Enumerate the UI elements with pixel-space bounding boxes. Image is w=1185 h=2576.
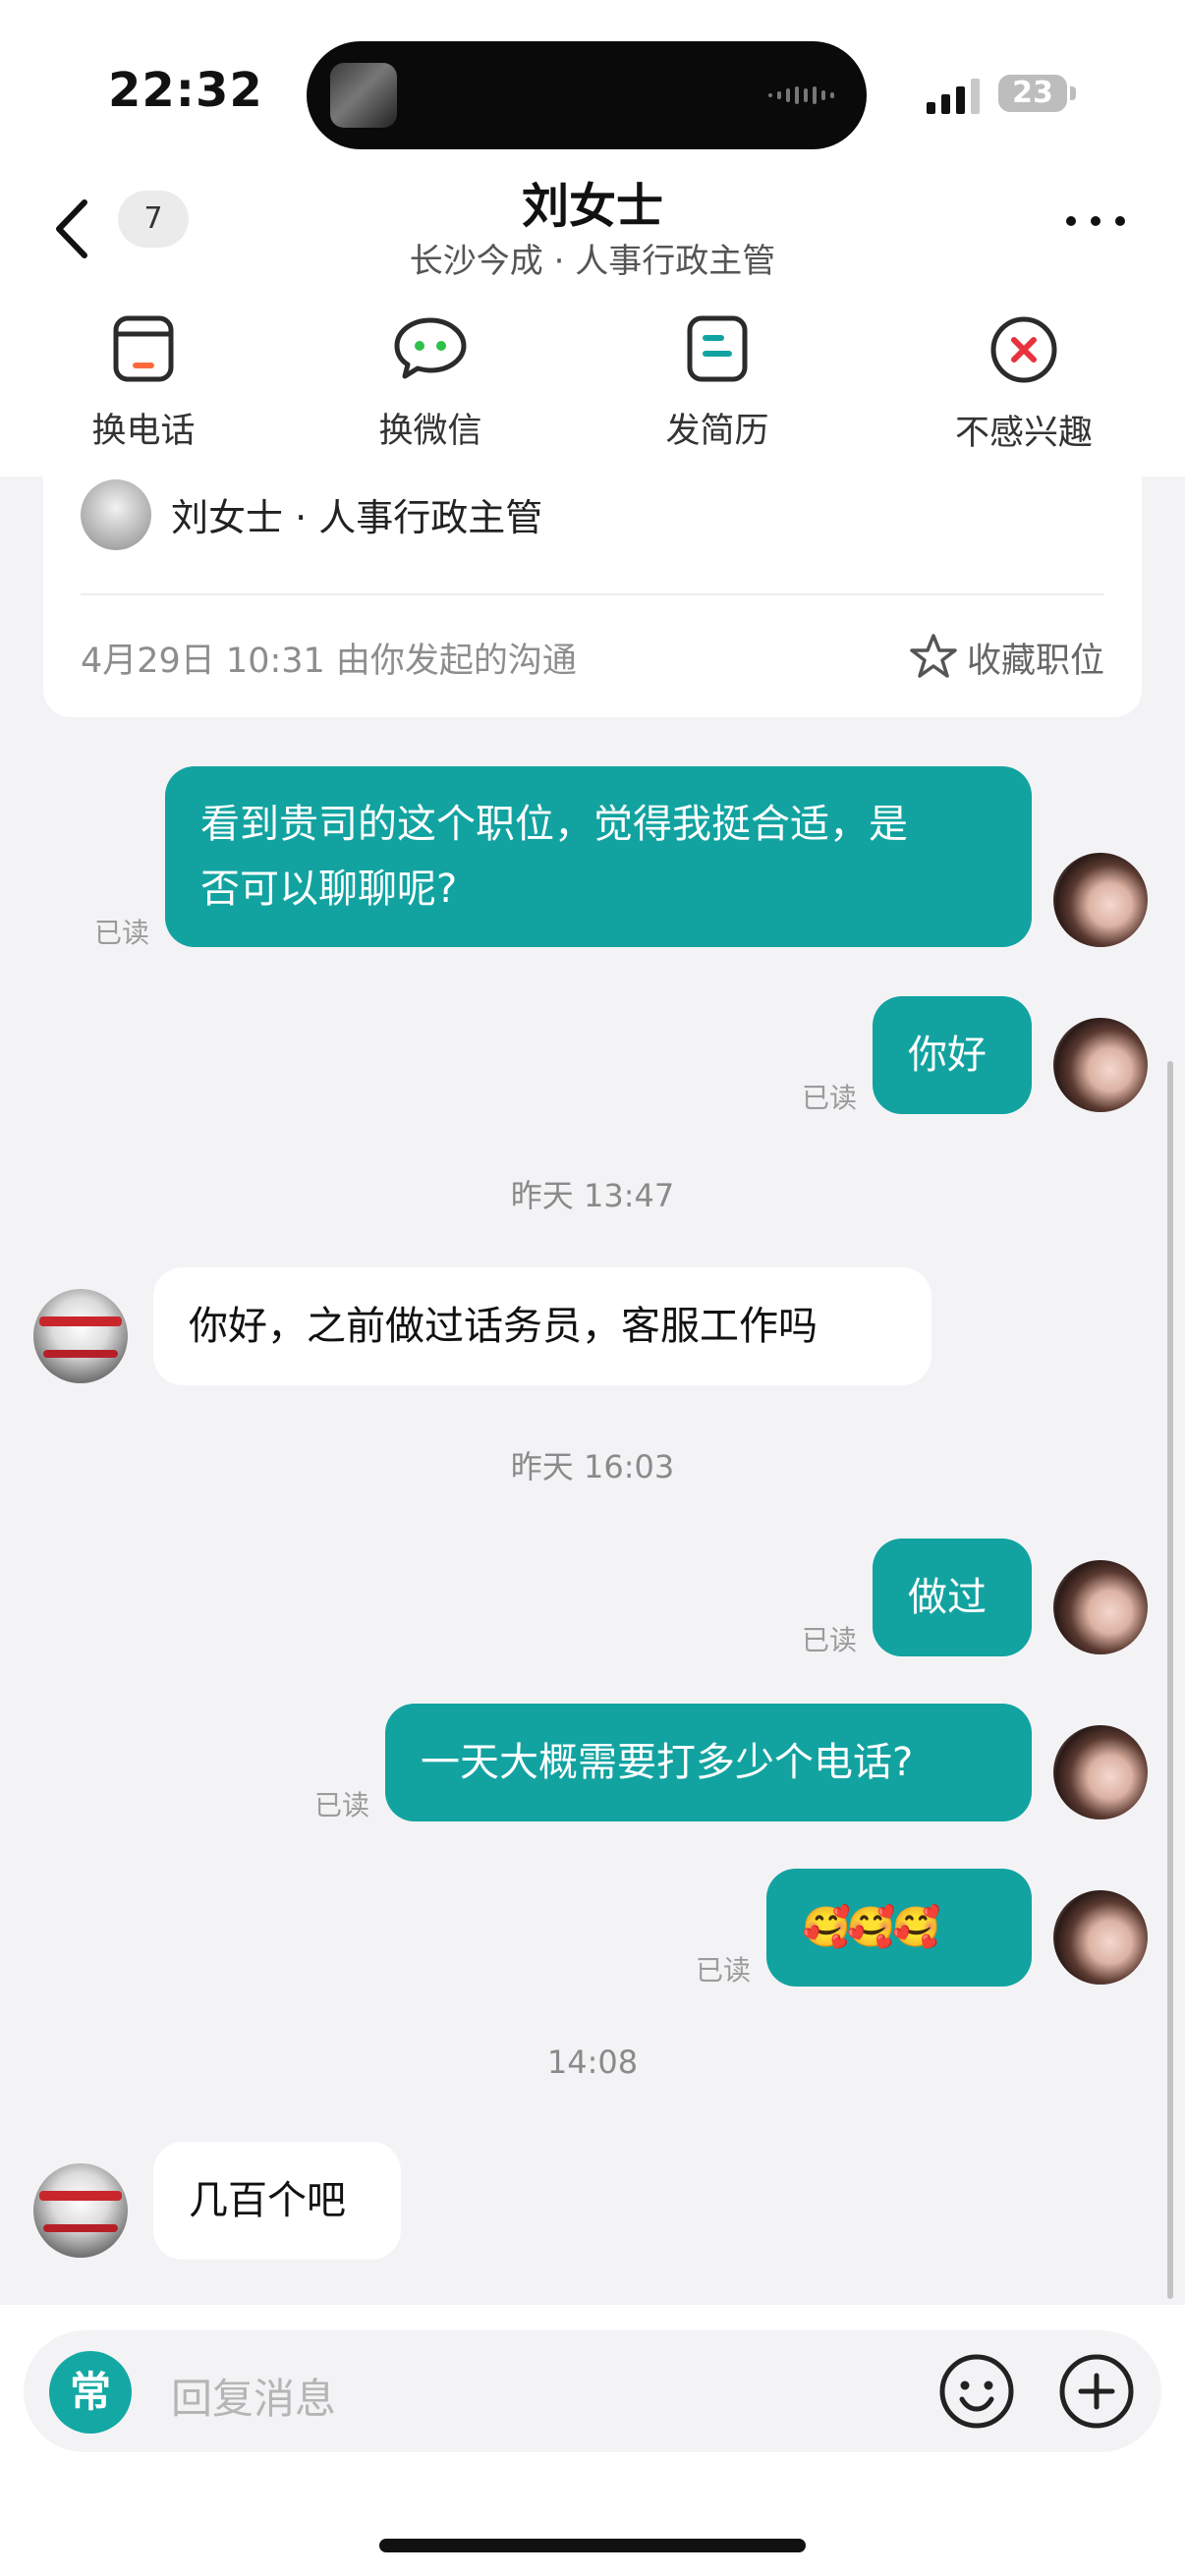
logo-band: [43, 2224, 118, 2232]
my-avatar[interactable]: [1053, 1018, 1148, 1112]
status-time: 22:32: [108, 63, 263, 118]
message-text: 否可以聊聊呢?: [200, 867, 458, 912]
action-toolbar: 换电话 换微信 发简历 不感兴趣: [0, 314, 1185, 462]
time-divider: 昨天 13:47: [510, 1177, 675, 1214]
input-bar: 常 回复消息: [0, 2305, 1185, 2576]
plus-icon[interactable]: [1057, 2352, 1136, 2431]
message-input-container: 常 回复消息: [24, 2330, 1161, 2452]
read-status: 已读: [696, 1954, 752, 1987]
message-bubble-sent[interactable]: 🥰🥰🥰: [766, 1869, 1032, 1987]
message-bubble-received[interactable]: 你好，之前做过话务员，客服工作吗: [153, 1267, 931, 1385]
recruiter-title: 刘女士 · 人事行政主管: [171, 496, 543, 539]
message-bubble-sent[interactable]: 一天大概需要打多少个电话?: [385, 1704, 1032, 1821]
my-avatar[interactable]: [1053, 1725, 1148, 1820]
job-card[interactable]: 刘女士 · 人事行政主管 4月29日 10:31 由你发起的沟通 收藏职位: [43, 452, 1142, 717]
time-divider: 14:08: [546, 2044, 639, 2081]
chat-header: 7 刘女士 长沙今成 · 人事行政主管: [0, 157, 1185, 295]
message-input[interactable]: 回复消息: [171, 2366, 336, 2426]
wechat-bubble-icon: [394, 317, 467, 379]
read-status: 已读: [802, 1624, 858, 1656]
recruiter-avatar[interactable]: [33, 1289, 128, 1383]
read-status: 已读: [314, 1789, 370, 1821]
dynamic-island[interactable]: [307, 41, 867, 149]
exchange-phone-button[interactable]: 换电话: [45, 314, 242, 453]
signal-icon: [927, 79, 980, 114]
contact-subtitle: 长沙今成 · 人事行政主管: [409, 242, 776, 281]
more-options-icon[interactable]: [1061, 206, 1130, 236]
now-playing-thumbnail: [330, 63, 397, 128]
battery-icon: 23: [998, 75, 1067, 112]
close-circle-icon: [990, 316, 1057, 383]
not-interested-button[interactable]: 不感兴趣: [926, 314, 1122, 455]
message-text: 看到贵司的这个职位，觉得我挺合适，是: [200, 802, 908, 847]
star-icon: [910, 634, 957, 678]
phone-card-icon: [113, 315, 174, 382]
resume-doc-icon: [687, 315, 748, 382]
my-avatar[interactable]: [1053, 1890, 1148, 1985]
contact-name: 刘女士: [521, 179, 663, 234]
common-phrases-button[interactable]: 常: [49, 2351, 132, 2434]
chat-scrollbar[interactable]: [1167, 1061, 1173, 2299]
divider: [81, 593, 1104, 595]
exchange-wechat-label: 换微信: [378, 412, 482, 451]
message-bubble-received[interactable]: 几百个吧: [153, 2142, 401, 2260]
conversation-meta: 4月29日 10:31 由你发起的沟通: [81, 642, 577, 681]
time-divider: 昨天 16:03: [510, 1448, 675, 1485]
message-bubble-sent[interactable]: 你好: [873, 996, 1032, 1114]
logo-band: [39, 2191, 122, 2201]
logo-band: [39, 1316, 122, 1326]
my-avatar[interactable]: [1053, 853, 1148, 947]
favorite-job-button[interactable]: 收藏职位: [908, 633, 1104, 683]
my-avatar[interactable]: [1053, 1560, 1148, 1654]
message-bubble-sent[interactable]: 做过: [873, 1539, 1032, 1656]
recruiter-avatar[interactable]: [33, 2163, 128, 2258]
favorite-label: 收藏职位: [966, 642, 1104, 681]
recruiter-avatar: [81, 479, 151, 550]
not-interested-label: 不感兴趣: [954, 414, 1093, 453]
message-bubble-sent[interactable]: 看到贵司的这个职位，觉得我挺合适，是 否可以聊聊呢?: [165, 766, 1032, 947]
exchange-wechat-button[interactable]: 换微信: [332, 314, 529, 453]
battery-tip: [1070, 86, 1076, 100]
audio-wave-icon: [768, 86, 834, 104]
exchange-phone-label: 换电话: [91, 412, 196, 451]
emoji-icon[interactable]: [937, 2352, 1016, 2431]
read-status: 已读: [802, 1082, 858, 1114]
send-resume-label: 发简历: [665, 412, 769, 451]
logo-band: [43, 1350, 118, 1358]
send-resume-button[interactable]: 发简历: [619, 314, 816, 453]
home-indicator[interactable]: [379, 2539, 806, 2552]
read-status: 已读: [94, 917, 150, 949]
